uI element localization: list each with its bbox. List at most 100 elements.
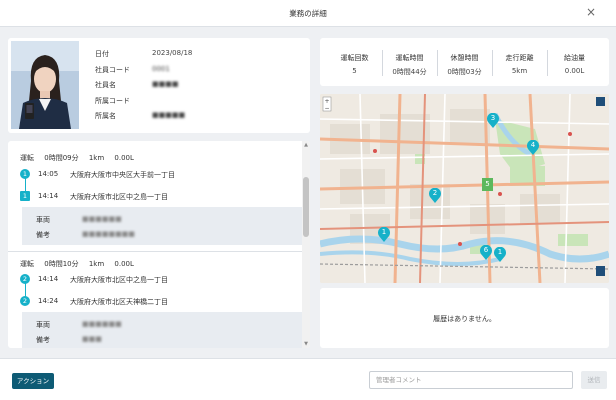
stat-break-time: 休憩時間 0時間03分 — [438, 53, 491, 77]
trip-list[interactable]: 運転 0時間09分 1km 0.00L 1 14:05 大阪府大阪市中央区大手前… — [8, 141, 310, 348]
vehicle-value: ■■■■■■ — [82, 320, 122, 328]
stop-time: 14:24 — [38, 297, 59, 305]
trip-detail-box: 車両 ■■■■■■ 備考 ■■■■■■■■ — [22, 207, 302, 245]
trip-fuel: 0.00L — [114, 260, 134, 268]
stat-drive-time: 運転時間 0時間44分 — [383, 53, 436, 77]
info-row-employee-name: 社員名 ■■■■ — [95, 80, 295, 96]
info-row-dept-code: 所属コード — [95, 96, 295, 112]
admin-comment-input[interactable] — [369, 371, 573, 389]
map-marker-label: 1 — [497, 248, 503, 256]
info-label: 所属名 — [95, 112, 116, 120]
trip-detail-box: 車両 ■■■■■■ 備考 ■■■ — [22, 312, 302, 348]
stat-value: 0時間44分 — [392, 68, 427, 76]
map-marker[interactable]: 4 — [527, 140, 539, 155]
map-marker-label: 1 — [381, 228, 387, 236]
trip-start-stop: 2 14:14 大阪府大阪市北区中之島一丁目 — [20, 274, 300, 288]
map-marker[interactable]: 5 — [482, 178, 493, 191]
stat-label: 休憩時間 — [450, 54, 479, 62]
note-row: 備考 ■■■■■■■■ — [36, 230, 135, 240]
map-marker-label: 5 — [485, 180, 490, 188]
info-row-dept-name: 所属名 ■■■■■ — [95, 111, 295, 127]
map-marker-label: 2 — [432, 189, 438, 197]
trip-distance: 1km — [88, 154, 105, 162]
note-label: 備考 — [36, 336, 50, 344]
svg-text:+: + — [324, 98, 329, 105]
info-row-employee-code: 社員コード 0001 — [95, 65, 295, 81]
info-value: 2023/08/18 — [152, 49, 193, 57]
vehicle-row: 車両 ■■■■■■ — [36, 215, 122, 225]
note-value: ■■■ — [82, 335, 102, 343]
trip-header: 運転 0時間09分 1km 0.00L — [20, 153, 142, 163]
action-button[interactable]: アクション — [12, 373, 54, 389]
scroll-up-icon[interactable]: ▲ — [303, 142, 309, 148]
trip-duration: 0時間10分 — [44, 260, 79, 268]
trip-type: 運転 — [20, 154, 34, 162]
trip-fuel: 0.00L — [114, 154, 134, 162]
employee-info: 日付 2023/08/18 社員コード 0001 社員名 ■■■■ 所属コード … — [95, 49, 295, 127]
end-marker-icon: 2 — [20, 296, 30, 306]
stop-address: 大阪府大阪市北区中之島一丁目 — [70, 193, 168, 201]
vehicle-label: 車両 — [36, 216, 50, 224]
vehicle-label: 車両 — [36, 321, 50, 329]
stop-time: 14:14 — [38, 275, 59, 283]
stat-value: 0時間03分 — [447, 68, 482, 76]
stat-label: 走行距離 — [505, 54, 534, 62]
trip-end-stop: 2 14:24 大阪府大阪市北区天神橋二丁目 — [20, 296, 300, 310]
svg-text:−: − — [324, 105, 329, 112]
scroll-down-icon[interactable]: ▼ — [303, 341, 309, 347]
stat-drive-count: 運転回数 5 — [328, 53, 381, 75]
trip-duration: 0時間09分 — [44, 154, 79, 162]
map-marker[interactable]: 2 — [429, 188, 441, 203]
info-label: 所属コード — [95, 96, 130, 105]
dialog-title: 業務の詳細 — [289, 9, 327, 18]
info-value: ■■■■■ — [152, 111, 186, 119]
note-row: 備考 ■■■ — [36, 335, 102, 345]
stop-time: 14:05 — [38, 170, 59, 178]
stat-distance: 走行距離 5km — [493, 53, 546, 75]
send-button[interactable]: 送信 — [581, 371, 607, 389]
scrollbar-thumb[interactable] — [303, 177, 309, 237]
stat-label: 給油量 — [564, 54, 585, 62]
route-map[interactable]: + − 1 2 3 4 5 6 1 — [320, 94, 609, 283]
start-marker-icon: 2 — [20, 274, 30, 284]
trip-separator — [8, 251, 302, 252]
history-empty-message: 履歴はありません。 — [433, 315, 496, 323]
trip-header: 運転 0時間10分 1km 0.00L — [20, 259, 142, 269]
scrollbar[interactable]: ▲ ▼ — [302, 141, 310, 348]
close-icon[interactable]: × — [586, 5, 596, 19]
stat-value: 5km — [511, 67, 528, 75]
dialog-footer: アクション 送信 — [0, 358, 616, 400]
trip-type: 運転 — [20, 260, 34, 268]
dialog-header: 業務の詳細 × — [0, 0, 616, 27]
stop-address: 大阪府大阪市中央区大手前一丁目 — [70, 171, 175, 179]
map-marker-label: 6 — [483, 246, 489, 254]
map-marker-label: 4 — [530, 141, 536, 149]
stat-value: 0.00L — [564, 67, 585, 75]
map-marker[interactable]: 3 — [487, 113, 499, 128]
vehicle-value: ■■■■■■ — [82, 215, 122, 223]
map-marker[interactable]: 1 — [378, 227, 390, 242]
note-value: ■■■■■■■■ — [82, 230, 135, 238]
employee-card: 日付 2023/08/18 社員コード 0001 社員名 ■■■■ 所属コード … — [8, 38, 310, 133]
stat-value: 5 — [352, 67, 357, 75]
stop-address: 大阪府大阪市北区中之島一丁目 — [70, 276, 168, 284]
stat-label: 運転時間 — [395, 54, 424, 62]
stop-time: 14:14 — [38, 192, 59, 200]
info-row-date: 日付 2023/08/18 — [95, 49, 295, 65]
stat-label: 運転回数 — [340, 54, 369, 62]
start-marker-icon: 1 — [20, 169, 30, 179]
trip-start-stop: 1 14:05 大阪府大阪市中央区大手前一丁目 — [20, 169, 300, 183]
info-value: ■■■■ — [152, 80, 179, 88]
info-label: 日付 — [95, 50, 109, 58]
info-value: 0001 — [152, 64, 170, 73]
map-marker-label: 3 — [490, 114, 496, 122]
info-label: 社員コード — [95, 65, 130, 74]
summary-stats: 運転回数 5 運転時間 0時間44分 休憩時間 0時間03分 走行距離 5km … — [320, 38, 609, 86]
end-marker-icon: 1 — [20, 191, 30, 201]
map-marker[interactable]: 6 — [480, 245, 492, 260]
stop-address: 大阪府大阪市北区天神橋二丁目 — [70, 298, 168, 306]
employee-photo — [11, 41, 79, 129]
map-marker[interactable]: 1 — [494, 247, 506, 262]
info-label: 社員名 — [95, 81, 116, 89]
vehicle-row: 車両 ■■■■■■ — [36, 320, 122, 330]
